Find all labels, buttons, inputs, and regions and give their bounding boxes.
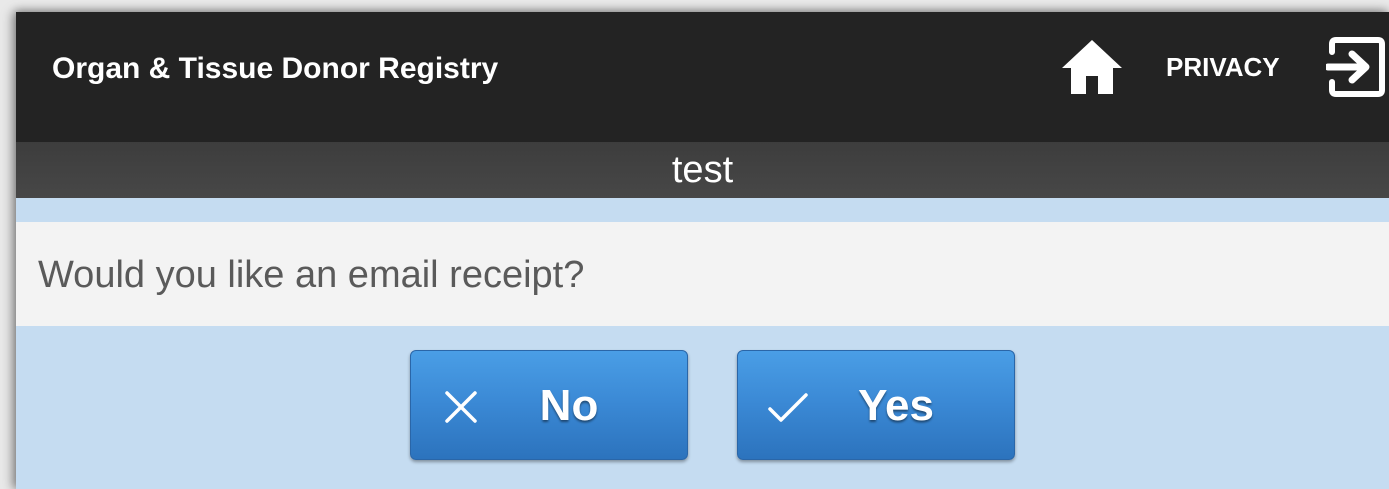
yes-button[interactable]: Yes bbox=[737, 350, 1015, 460]
top-app-bar: Organ & Tissue Donor Registry PRIVACY bbox=[16, 12, 1389, 142]
no-button-label: No bbox=[539, 381, 599, 430]
logout-icon bbox=[1324, 37, 1385, 97]
question-text: Would you like an email receipt? bbox=[38, 254, 585, 296]
no-button[interactable]: No bbox=[410, 350, 688, 460]
logout-button[interactable] bbox=[1324, 36, 1386, 98]
app-window: Organ & Tissue Donor Registry PRIVACY te… bbox=[16, 12, 1389, 489]
privacy-link[interactable]: PRIVACY bbox=[1166, 52, 1280, 83]
page-title: test bbox=[16, 142, 1389, 198]
home-icon bbox=[1062, 40, 1122, 94]
home-button[interactable] bbox=[1060, 38, 1124, 96]
app-title: Organ & Tissue Donor Registry bbox=[52, 52, 499, 85]
question-row: Would you like an email receipt? bbox=[16, 222, 1389, 326]
yes-button-label: Yes bbox=[858, 381, 934, 430]
